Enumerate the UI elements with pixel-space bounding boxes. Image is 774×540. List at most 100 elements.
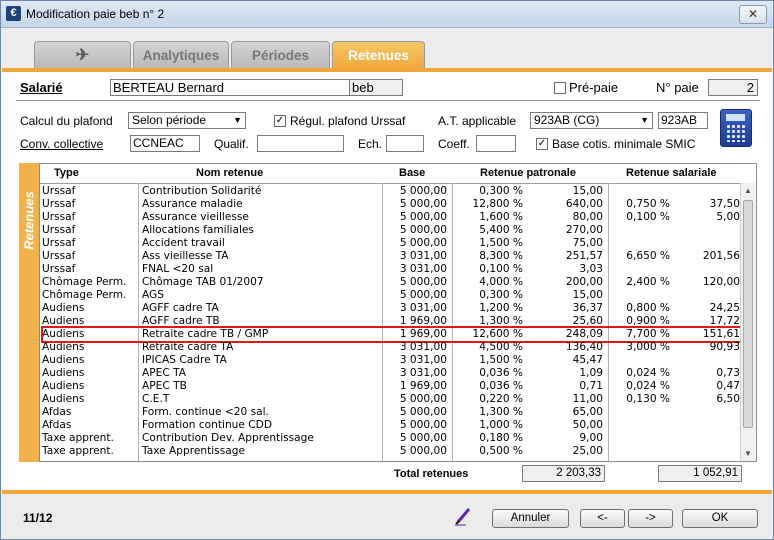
cell-base: 5 000,00 (399, 237, 447, 249)
col-header-nom[interactable]: Nom retenue (196, 167, 263, 179)
cell-type: Audiens (42, 380, 85, 392)
cell-nom: Form. continue <20 sal. (142, 406, 269, 418)
cell-base: 3 031,00 (399, 302, 447, 314)
cell-ms: 37,50 (709, 198, 740, 210)
cell-mp: 75,00 (572, 237, 603, 249)
col-header-base[interactable]: Base (399, 167, 425, 179)
table-row[interactable]: Audiens APEC TB 1 969,00 0,036 % 0,71 0,024 %… (40, 380, 740, 393)
at-value: 923AB (CG) (534, 113, 600, 127)
calcul-plafond-select[interactable]: Selon période ▼ (128, 112, 246, 129)
cell-base: 5 000,00 (399, 406, 447, 418)
calculator-button[interactable] (720, 109, 752, 147)
scroll-thumb[interactable] (743, 200, 753, 428)
salarie-name-field[interactable]: BERTEAU Bernard (110, 79, 350, 96)
table-row[interactable]: Urssaf Ass vieillesse TA 3 031,00 8,300 % 25… (40, 250, 740, 263)
page-indicator: 11/12 (23, 511, 53, 525)
cell-tp: 0,300 % (479, 185, 523, 197)
table-row[interactable]: Urssaf FNAL <20 sal 3 031,00 0,100 % 3,03 (40, 263, 740, 276)
chevron-down-icon: ▼ (640, 115, 649, 125)
table-row[interactable]: Urssaf Accident travail 5 000,00 1,500 % 75,… (40, 237, 740, 250)
tab-analytiques[interactable]: Analytiques (133, 41, 229, 69)
table-row[interactable]: Chômage Perm. Chômage TAB 01/2007 5 000,00… (40, 276, 740, 289)
table-row[interactable]: Afdas Formation continue CDD 5 000,00 1,000… (40, 419, 740, 432)
cell-type: Urssaf (42, 198, 76, 210)
total-patronale-field: 2 203,33 (522, 465, 605, 482)
table-row[interactable]: Taxe apprent. Contribution Dev. Apprentis… (40, 432, 740, 445)
ech-field[interactable] (386, 135, 424, 152)
at-select[interactable]: 923AB (CG) ▼ (530, 112, 653, 129)
table-row[interactable]: Urssaf Assurance vieillesse 5 000,00 1,600 … (40, 211, 740, 224)
table-row[interactable]: Audiens Retraite cadre TA 3 031,00 4,500 % 1… (40, 341, 740, 354)
table-row[interactable]: Audiens AGFF cadre TA 3 031,00 1,200 % 36,37… (40, 302, 740, 315)
scroll-up-icon[interactable]: ▲ (744, 186, 752, 195)
table-row[interactable]: Urssaf Contribution Solidarité 5 000,00 0,3… (40, 185, 740, 198)
table-row[interactable]: Urssaf Allocations familiales 5 000,00 5,40… (40, 224, 740, 237)
conv-collective-field[interactable]: CCNEAC (130, 135, 200, 152)
table-row[interactable]: Taxe apprent. Taxe Apprentissage 5 000,00 0… (40, 445, 740, 458)
cell-tp: 5,400 % (479, 224, 523, 236)
cell-nom: Contribution Solidarité (142, 185, 262, 197)
next-button[interactable]: -> (628, 509, 673, 528)
cell-tp: 0,180 % (479, 432, 523, 444)
cell-base: 3 031,00 (399, 250, 447, 262)
ok-button[interactable]: OK (682, 509, 758, 528)
cell-mp: 0,71 (579, 380, 603, 392)
cell-base: 5 000,00 (399, 445, 447, 457)
cell-mp: 3,03 (579, 263, 603, 275)
tab-tool[interactable]: ✈ (34, 41, 131, 69)
prepaie-checkbox[interactable] (554, 82, 566, 94)
cell-base: 5 000,00 (399, 276, 447, 288)
table-row[interactable]: Audiens C.E.T 5 000,00 0,220 % 11,00 0,130 % 6… (40, 393, 740, 406)
tab-periodes[interactable]: Périodes (231, 41, 330, 69)
at-code-field[interactable]: 923AB (658, 112, 708, 129)
footer-bar: 11/12 Annuler <- -> OK (2, 490, 772, 539)
close-button[interactable]: ✕ (739, 5, 767, 24)
pen-icon[interactable] (454, 506, 472, 529)
qualif-label: Qualif. (214, 137, 249, 151)
cell-ms: 0,47 (716, 380, 740, 392)
col-header-salariale[interactable]: Retenue salariale (626, 167, 717, 179)
cell-tp: 1,500 % (479, 354, 523, 366)
table-row[interactable]: Chômage Perm. AGS 5 000,00 0,300 % 15,00 (40, 289, 740, 302)
cell-tp: 1,000 % (479, 419, 523, 431)
prev-button[interactable]: <- (580, 509, 625, 528)
cell-tp: 1,200 % (479, 302, 523, 314)
cell-nom: APEC TB (142, 380, 187, 392)
vertical-scrollbar[interactable]: ▲ ▼ (740, 183, 756, 461)
cell-ms: 201,56 (702, 250, 740, 262)
cell-tp: 1,300 % (479, 406, 523, 418)
annuler-button[interactable]: Annuler (492, 509, 569, 528)
col-header-patronale[interactable]: Retenue patronale (480, 167, 576, 179)
conv-collective-link[interactable]: Conv. collective (20, 137, 103, 151)
qualif-field[interactable] (257, 135, 344, 152)
cell-type: Audiens (42, 354, 85, 366)
cell-ts: 0,130 % (626, 393, 670, 405)
cell-mp: 80,00 (572, 211, 603, 223)
table-row[interactable]: Afdas Form. continue <20 sal. 5 000,00 1,30… (40, 406, 740, 419)
table-row[interactable]: Audiens IPICAS Cadre TA 3 031,00 1,500 % 45,… (40, 354, 740, 367)
cell-base: 5 000,00 (399, 419, 447, 431)
cell-mp: 25,00 (572, 445, 603, 457)
window-title: Modification paie beb n° 2 (26, 7, 165, 21)
cell-mp: 136,40 (565, 341, 603, 353)
cell-nom: Assurance maladie (142, 198, 243, 210)
cell-type: Urssaf (42, 185, 76, 197)
table-row[interactable]: Audiens APEC TA 3 031,00 0,036 % 1,09 0,024 %… (40, 367, 740, 380)
scroll-down-icon[interactable]: ▼ (744, 449, 752, 458)
salarie-label[interactable]: Salarié (20, 80, 63, 95)
calculator-icon (726, 124, 746, 142)
table-row[interactable]: Urssaf Assurance maladie 5 000,00 12,800 % 6… (40, 198, 740, 211)
base-smic-checkbox[interactable]: ✓ (536, 138, 548, 150)
cell-tp: 8,300 % (479, 250, 523, 262)
no-paie-label: N° paie (656, 80, 699, 95)
cell-ts: 0,750 % (626, 198, 670, 210)
tab-retenues[interactable]: Retenues (332, 41, 425, 70)
cell-type: Chômage Perm. (42, 289, 127, 301)
cell-base: 3 031,00 (399, 367, 447, 379)
col-header-type[interactable]: Type (54, 167, 79, 179)
cell-tp: 0,300 % (479, 289, 523, 301)
regul-checkbox[interactable]: ✓ (274, 115, 286, 127)
coeff-field[interactable] (476, 135, 516, 152)
cell-ts: 0,024 % (626, 380, 670, 392)
cell-type: Taxe apprent. (42, 445, 114, 457)
